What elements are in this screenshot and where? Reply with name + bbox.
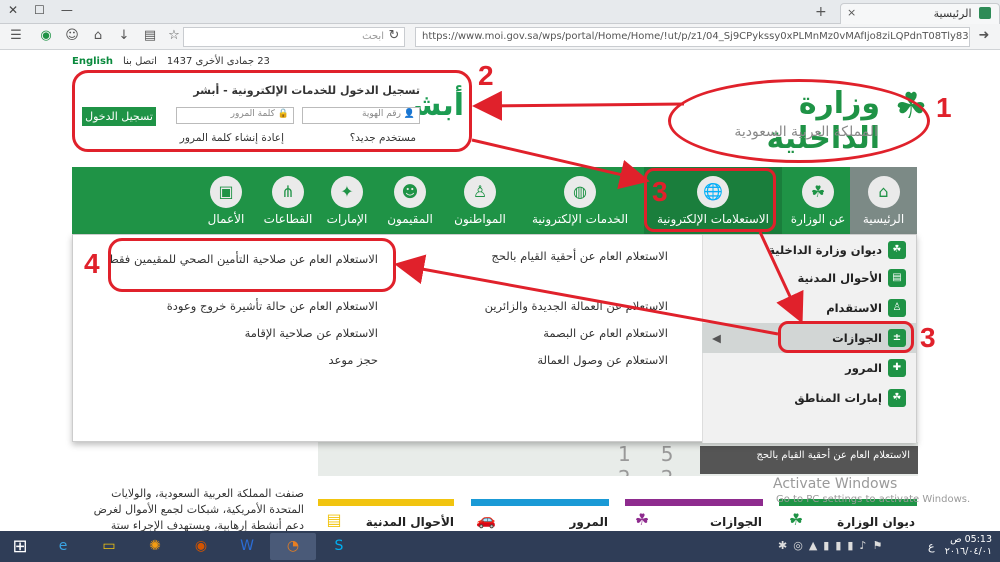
clock-time: 05:13 ص: [950, 534, 992, 545]
language-indicator[interactable]: ع: [928, 540, 935, 553]
tray-icons[interactable]: ✱◎▲▮▮▮♪⚑: [778, 539, 888, 552]
firefox-icon[interactable]: ◔: [270, 533, 316, 560]
ie-icon[interactable]: e: [40, 533, 86, 560]
arrow-logo-to-login: [472, 90, 685, 121]
avast-icon[interactable]: ✺: [132, 533, 178, 560]
word-icon[interactable]: W: [224, 533, 270, 560]
windows-start-icon[interactable]: ⊞: [0, 531, 40, 562]
annotation-arrows: [394, 90, 804, 336]
windows-taskbar: ⊞ e ▭ ✺ ◉ W ◔ S 05:13 ص ٢٠١٦/٠٤/٠١ ع ✱◎▲…: [0, 531, 1000, 562]
folder-icon[interactable]: ▭: [86, 533, 132, 560]
skype-icon[interactable]: S: [316, 533, 362, 560]
browser-globe-icon[interactable]: ◉: [178, 533, 224, 560]
arrow-inquiries-to-passports: [758, 231, 804, 324]
system-tray[interactable]: 05:13 ص ٢٠١٦/٠٤/٠١: [945, 534, 992, 558]
arrow-passports-to-query: [394, 254, 779, 336]
arrow-login-to-inquiries: [471, 138, 650, 190]
clock-date: ٢٠١٦/٠٤/٠١: [944, 546, 992, 557]
